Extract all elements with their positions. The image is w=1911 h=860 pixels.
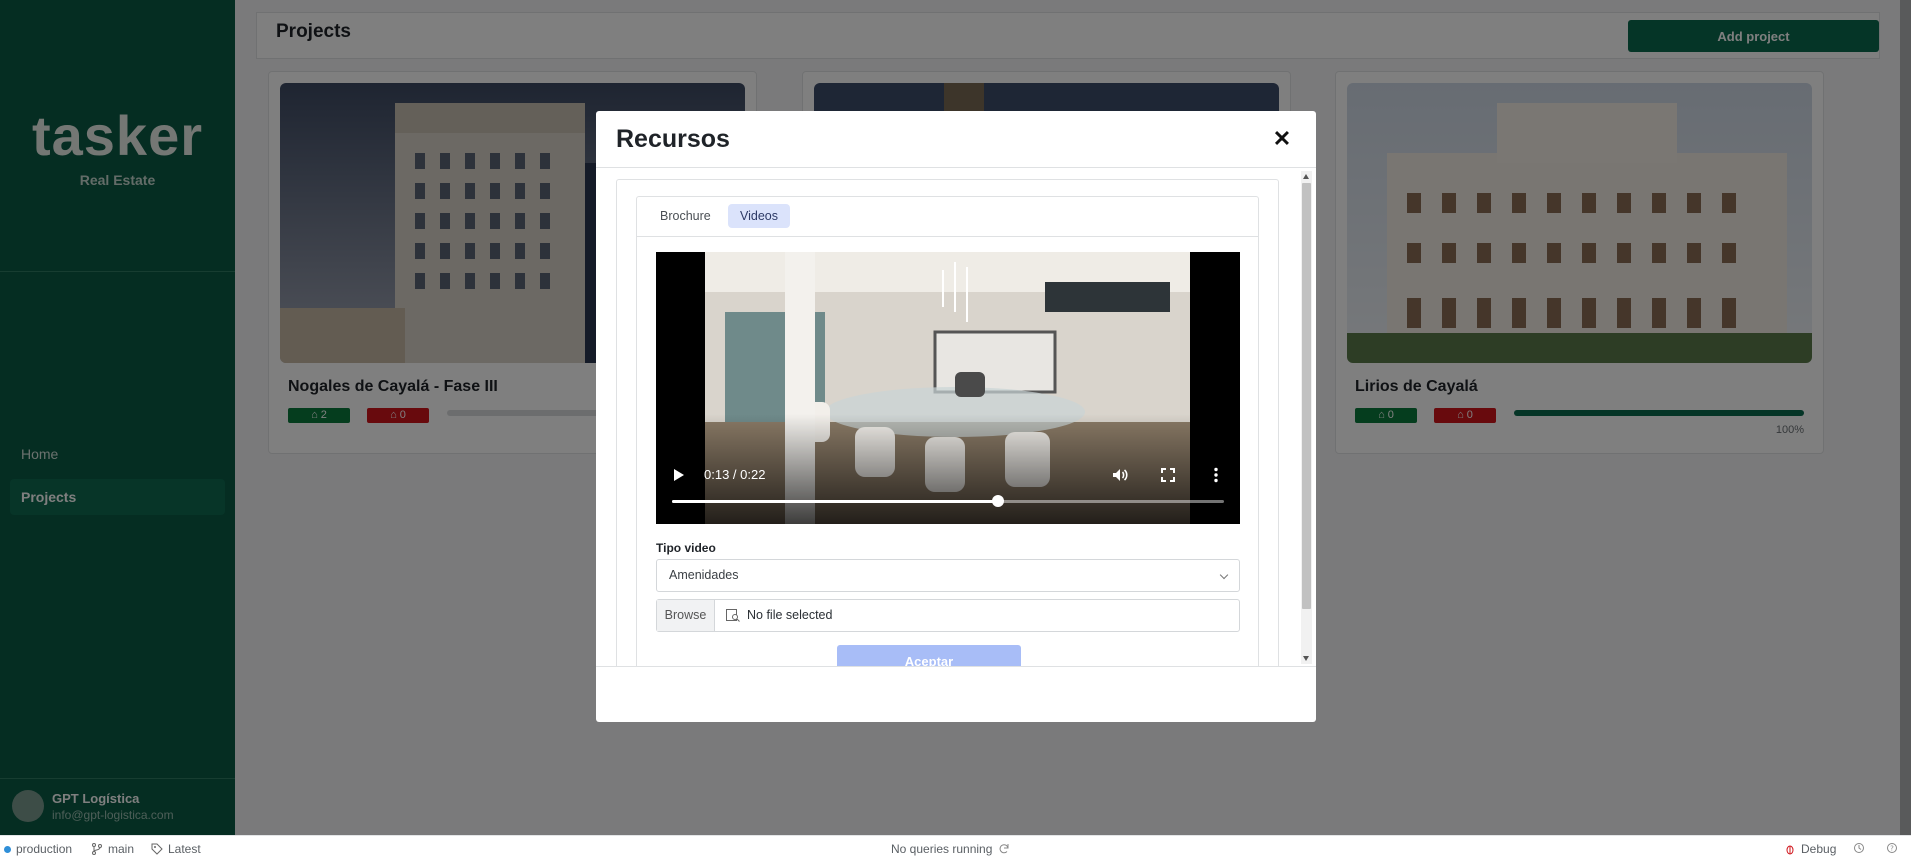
tab-brochure[interactable]: Brochure <box>648 204 723 228</box>
file-status: No file selected <box>747 608 833 622</box>
svg-text:?: ? <box>1890 845 1894 853</box>
video-player[interactable]: 0:13 / 0:22 <box>656 252 1240 524</box>
branch-icon <box>92 843 102 855</box>
modal-scroll-thumb[interactable] <box>1302 183 1311 609</box>
tab-bar: Brochure Videos <box>637 197 1258 237</box>
modal-scrollbar[interactable] <box>1301 171 1312 664</box>
browse-button[interactable]: Browse <box>657 600 715 631</box>
env-dot-icon <box>4 845 11 853</box>
video-seek-bar[interactable] <box>672 500 1224 503</box>
env-label: production <box>16 842 73 856</box>
modal-title: Recursos <box>616 125 730 153</box>
debug-toggle[interactable]: Debug <box>1784 842 1836 856</box>
status-bar: production main Latest No queries runnin… <box>0 835 1911 860</box>
tab-videos[interactable]: Videos <box>728 204 790 228</box>
modal-card: Brochure Videos 0:13 / 0:22 Tipo video A… <box>616 179 1279 666</box>
history-icon[interactable] <box>1853 842 1865 854</box>
bug-icon <box>1786 845 1794 855</box>
chevron-down-icon <box>1219 570 1229 580</box>
branch-indicator[interactable]: main <box>91 842 134 856</box>
queries-status: No queries running <box>891 842 1015 856</box>
file-search-icon <box>726 609 740 622</box>
queries-label: No queries running <box>891 842 993 856</box>
tag-indicator[interactable]: Latest <box>151 842 201 856</box>
env-indicator[interactable]: production <box>4 842 72 856</box>
volume-icon[interactable] <box>1111 466 1129 484</box>
modal-divider <box>596 167 1316 168</box>
tabs-panel: Brochure Videos 0:13 / 0:22 Tipo video A… <box>636 196 1259 666</box>
tipo-video-select[interactable]: Amenidades <box>656 559 1240 592</box>
fullscreen-icon[interactable] <box>1159 466 1177 484</box>
branch-label: main <box>108 842 135 856</box>
tag-label: Latest <box>168 842 201 856</box>
page-scrollbar[interactable] <box>1900 0 1911 835</box>
scroll-down-icon[interactable] <box>1303 656 1309 661</box>
tipo-video-select-value: Amenidades <box>669 568 739 582</box>
debug-label: Debug <box>1801 842 1837 856</box>
video-seek-fill <box>672 500 998 503</box>
resources-modal: Recursos ✕ Brochure Videos 0:13 / 0:22 T… <box>596 111 1316 722</box>
help-icon[interactable]: ? <box>1886 842 1898 854</box>
tag-icon <box>151 843 163 855</box>
tipo-video-label: Tipo video <box>656 541 716 555</box>
video-time: 0:13 / 0:22 <box>704 467 766 482</box>
file-input[interactable]: Browse No file selected <box>656 599 1240 632</box>
modal-body: Brochure Videos 0:13 / 0:22 Tipo video A… <box>616 179 1279 666</box>
accept-button[interactable]: Aceptar <box>837 645 1021 666</box>
more-options-icon[interactable] <box>1207 466 1225 484</box>
video-seek-handle[interactable] <box>991 495 1004 507</box>
modal-footer-divider <box>596 666 1316 667</box>
scroll-up-icon[interactable] <box>1303 174 1309 179</box>
refresh-icon[interactable] <box>998 843 1010 855</box>
play-icon[interactable] <box>674 469 684 481</box>
close-icon[interactable]: ✕ <box>1268 125 1296 153</box>
